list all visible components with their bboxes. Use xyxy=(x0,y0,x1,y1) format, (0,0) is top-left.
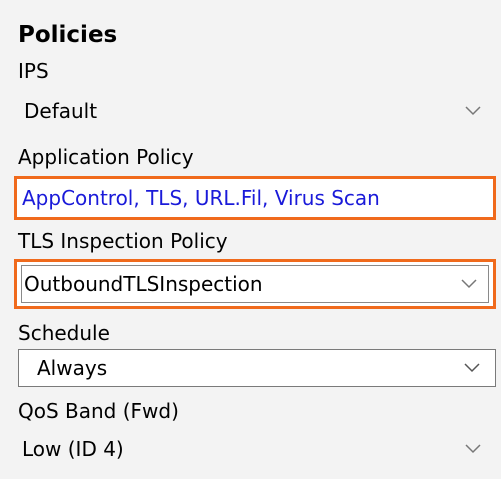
ips-dropdown[interactable]: Default xyxy=(18,92,496,130)
chevron-down-icon xyxy=(464,443,482,455)
tls-inspection-value: OutboundTLSInspection xyxy=(24,272,263,296)
qos-band-dropdown[interactable]: Low (ID 4) xyxy=(18,430,496,468)
application-policy-label: Application Policy xyxy=(18,145,194,169)
qos-band-value: Low (ID 4) xyxy=(22,437,124,461)
qos-band-label: QoS Band (Fwd) xyxy=(18,399,179,423)
chevron-down-icon xyxy=(463,362,481,374)
policies-heading: Policies xyxy=(18,22,118,48)
application-policy-field[interactable]: AppControl, TLS, URL.Fil, Virus Scan xyxy=(14,176,496,220)
chevron-down-icon xyxy=(464,105,482,117)
schedule-label: Schedule xyxy=(18,321,110,345)
schedule-value: Always xyxy=(37,356,108,380)
ips-value: Default xyxy=(24,99,98,123)
application-policy-link[interactable]: AppControl, TLS, URL.Fil, Virus Scan xyxy=(17,185,380,211)
policies-panel: Policies IPS Default Application Policy … xyxy=(0,0,501,479)
tls-inspection-label: TLS Inspection Policy xyxy=(18,229,228,253)
tls-inspection-dropdown[interactable]: OutboundTLSInspection xyxy=(21,265,489,303)
tls-inspection-highlight: OutboundTLSInspection xyxy=(14,259,496,309)
ips-label: IPS xyxy=(18,59,49,83)
chevron-down-icon xyxy=(460,278,478,290)
schedule-dropdown[interactable]: Always xyxy=(18,349,496,387)
